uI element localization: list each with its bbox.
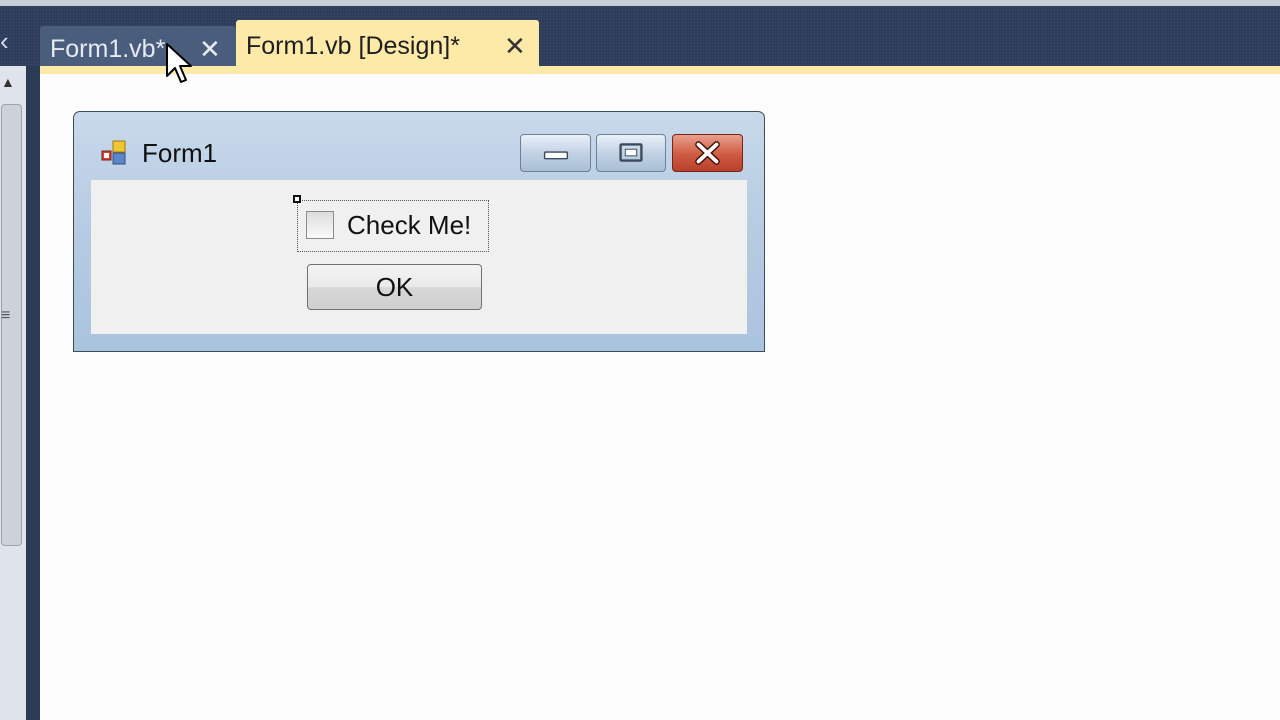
checkbox-box[interactable] bbox=[306, 211, 334, 239]
form-icon bbox=[101, 140, 126, 165]
active-tab-underline bbox=[40, 66, 1280, 74]
grip-icon[interactable]: ≡ bbox=[1, 308, 10, 324]
mouse-pointer-icon bbox=[166, 43, 192, 83]
scrollbar-thumb[interactable] bbox=[1, 104, 22, 546]
minimize-button[interactable] bbox=[520, 134, 591, 172]
form-title: Form1 bbox=[142, 138, 218, 168]
tab-label: Form1.vb* bbox=[50, 35, 166, 63]
tab-label: Form1.vb [Design]* bbox=[246, 32, 460, 60]
close-button[interactable] bbox=[672, 134, 743, 172]
selection-handle[interactable] bbox=[293, 195, 301, 203]
form-client-area[interactable]: Check Me! OK bbox=[91, 180, 747, 334]
close-icon[interactable]: ✕ bbox=[504, 20, 526, 72]
form-window[interactable]: Form1 Check Me! OK bbox=[73, 111, 765, 352]
maximize-icon bbox=[619, 143, 643, 162]
close-icon bbox=[695, 141, 720, 165]
tab-form1-design[interactable]: Form1.vb [Design]* ✕ bbox=[236, 20, 539, 72]
tab-scroll-left-icon[interactable]: ‹ bbox=[0, 28, 18, 58]
ok-button[interactable]: OK bbox=[307, 264, 482, 310]
maximize-button[interactable] bbox=[596, 134, 666, 172]
scroll-up-icon[interactable]: ▲ bbox=[1, 74, 15, 90]
checkbox-label: Check Me! bbox=[347, 210, 472, 240]
check-me-checkbox[interactable]: Check Me! bbox=[293, 195, 489, 252]
left-side-panel: ▲ ≡ bbox=[0, 66, 26, 720]
minimize-icon bbox=[543, 151, 569, 160]
